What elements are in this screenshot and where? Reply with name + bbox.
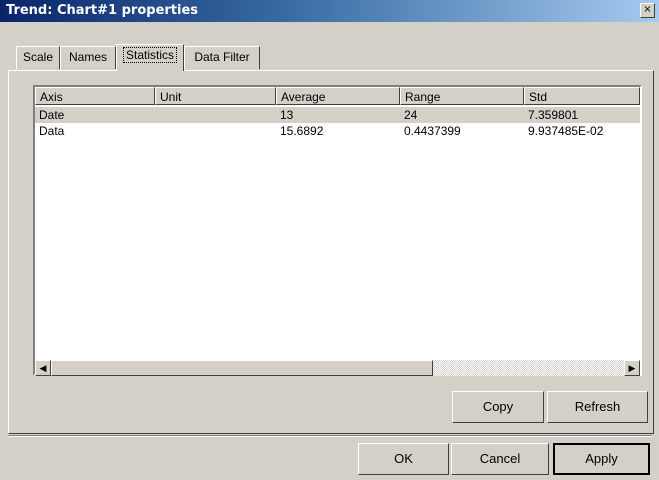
- tab-scale-label: Scale: [22, 50, 54, 64]
- tab-data-filter[interactable]: Data Filter: [184, 46, 260, 69]
- cell-unit: [155, 123, 159, 139]
- statistics-list[interactable]: Axis Unit Average Range Std Date 13 24 7…: [33, 85, 642, 376]
- cell-axis: Data: [39, 124, 65, 138]
- separator: [8, 435, 652, 437]
- cell-axis: Date: [39, 108, 65, 122]
- properties-dialog: Trend: Chart#1 properties × Scale Names …: [0, 0, 659, 480]
- column-header-average[interactable]: Average: [276, 87, 400, 105]
- close-button[interactable]: ×: [640, 3, 655, 18]
- cell-std: 7.359801: [528, 108, 579, 122]
- refresh-button[interactable]: Refresh: [547, 391, 648, 423]
- cancel-button[interactable]: Cancel: [451, 443, 549, 475]
- cell-average: 13: [280, 108, 294, 122]
- cell-range: 24: [404, 108, 418, 122]
- cell-std: 9.937485E-02: [528, 124, 604, 138]
- cell-range: 0.4437399: [404, 124, 461, 138]
- list-header: Axis Unit Average Range Std: [35, 87, 640, 107]
- ok-button[interactable]: OK: [358, 443, 449, 475]
- column-header-axis[interactable]: Axis: [35, 87, 155, 105]
- column-header-unit[interactable]: Unit: [155, 87, 276, 105]
- cell-average: 15.6892: [280, 124, 324, 138]
- column-header-std[interactable]: Std: [524, 87, 640, 105]
- tab-data-filter-label: Data Filter: [194, 50, 250, 64]
- copy-button[interactable]: Copy: [452, 391, 544, 423]
- column-header-range[interactable]: Range: [400, 87, 524, 105]
- tab-scale[interactable]: Scale: [16, 46, 60, 69]
- tab-names[interactable]: Names: [60, 46, 116, 69]
- horizontal-scrollbar[interactable]: ◀ ▶: [33, 360, 642, 376]
- scroll-thumb[interactable]: [51, 360, 433, 376]
- scroll-right-button[interactable]: ▶: [624, 360, 640, 376]
- table-row[interactable]: Date 13 24 7.359801: [35, 107, 640, 123]
- scroll-track[interactable]: [433, 360, 626, 376]
- tab-names-label: Names: [68, 50, 107, 64]
- table-row[interactable]: Data 15.6892 0.4437399 9.937485E-02: [35, 123, 640, 139]
- scroll-left-button[interactable]: ◀: [35, 360, 51, 376]
- window-title: Trend: Chart#1 properties: [6, 3, 199, 18]
- title-bar[interactable]: Trend: Chart#1 properties ×: [0, 0, 659, 22]
- tab-statistics[interactable]: Statistics: [116, 44, 184, 71]
- cell-unit: [155, 107, 159, 123]
- apply-button[interactable]: Apply: [553, 443, 650, 475]
- tab-statistics-label: Statistics: [122, 47, 178, 63]
